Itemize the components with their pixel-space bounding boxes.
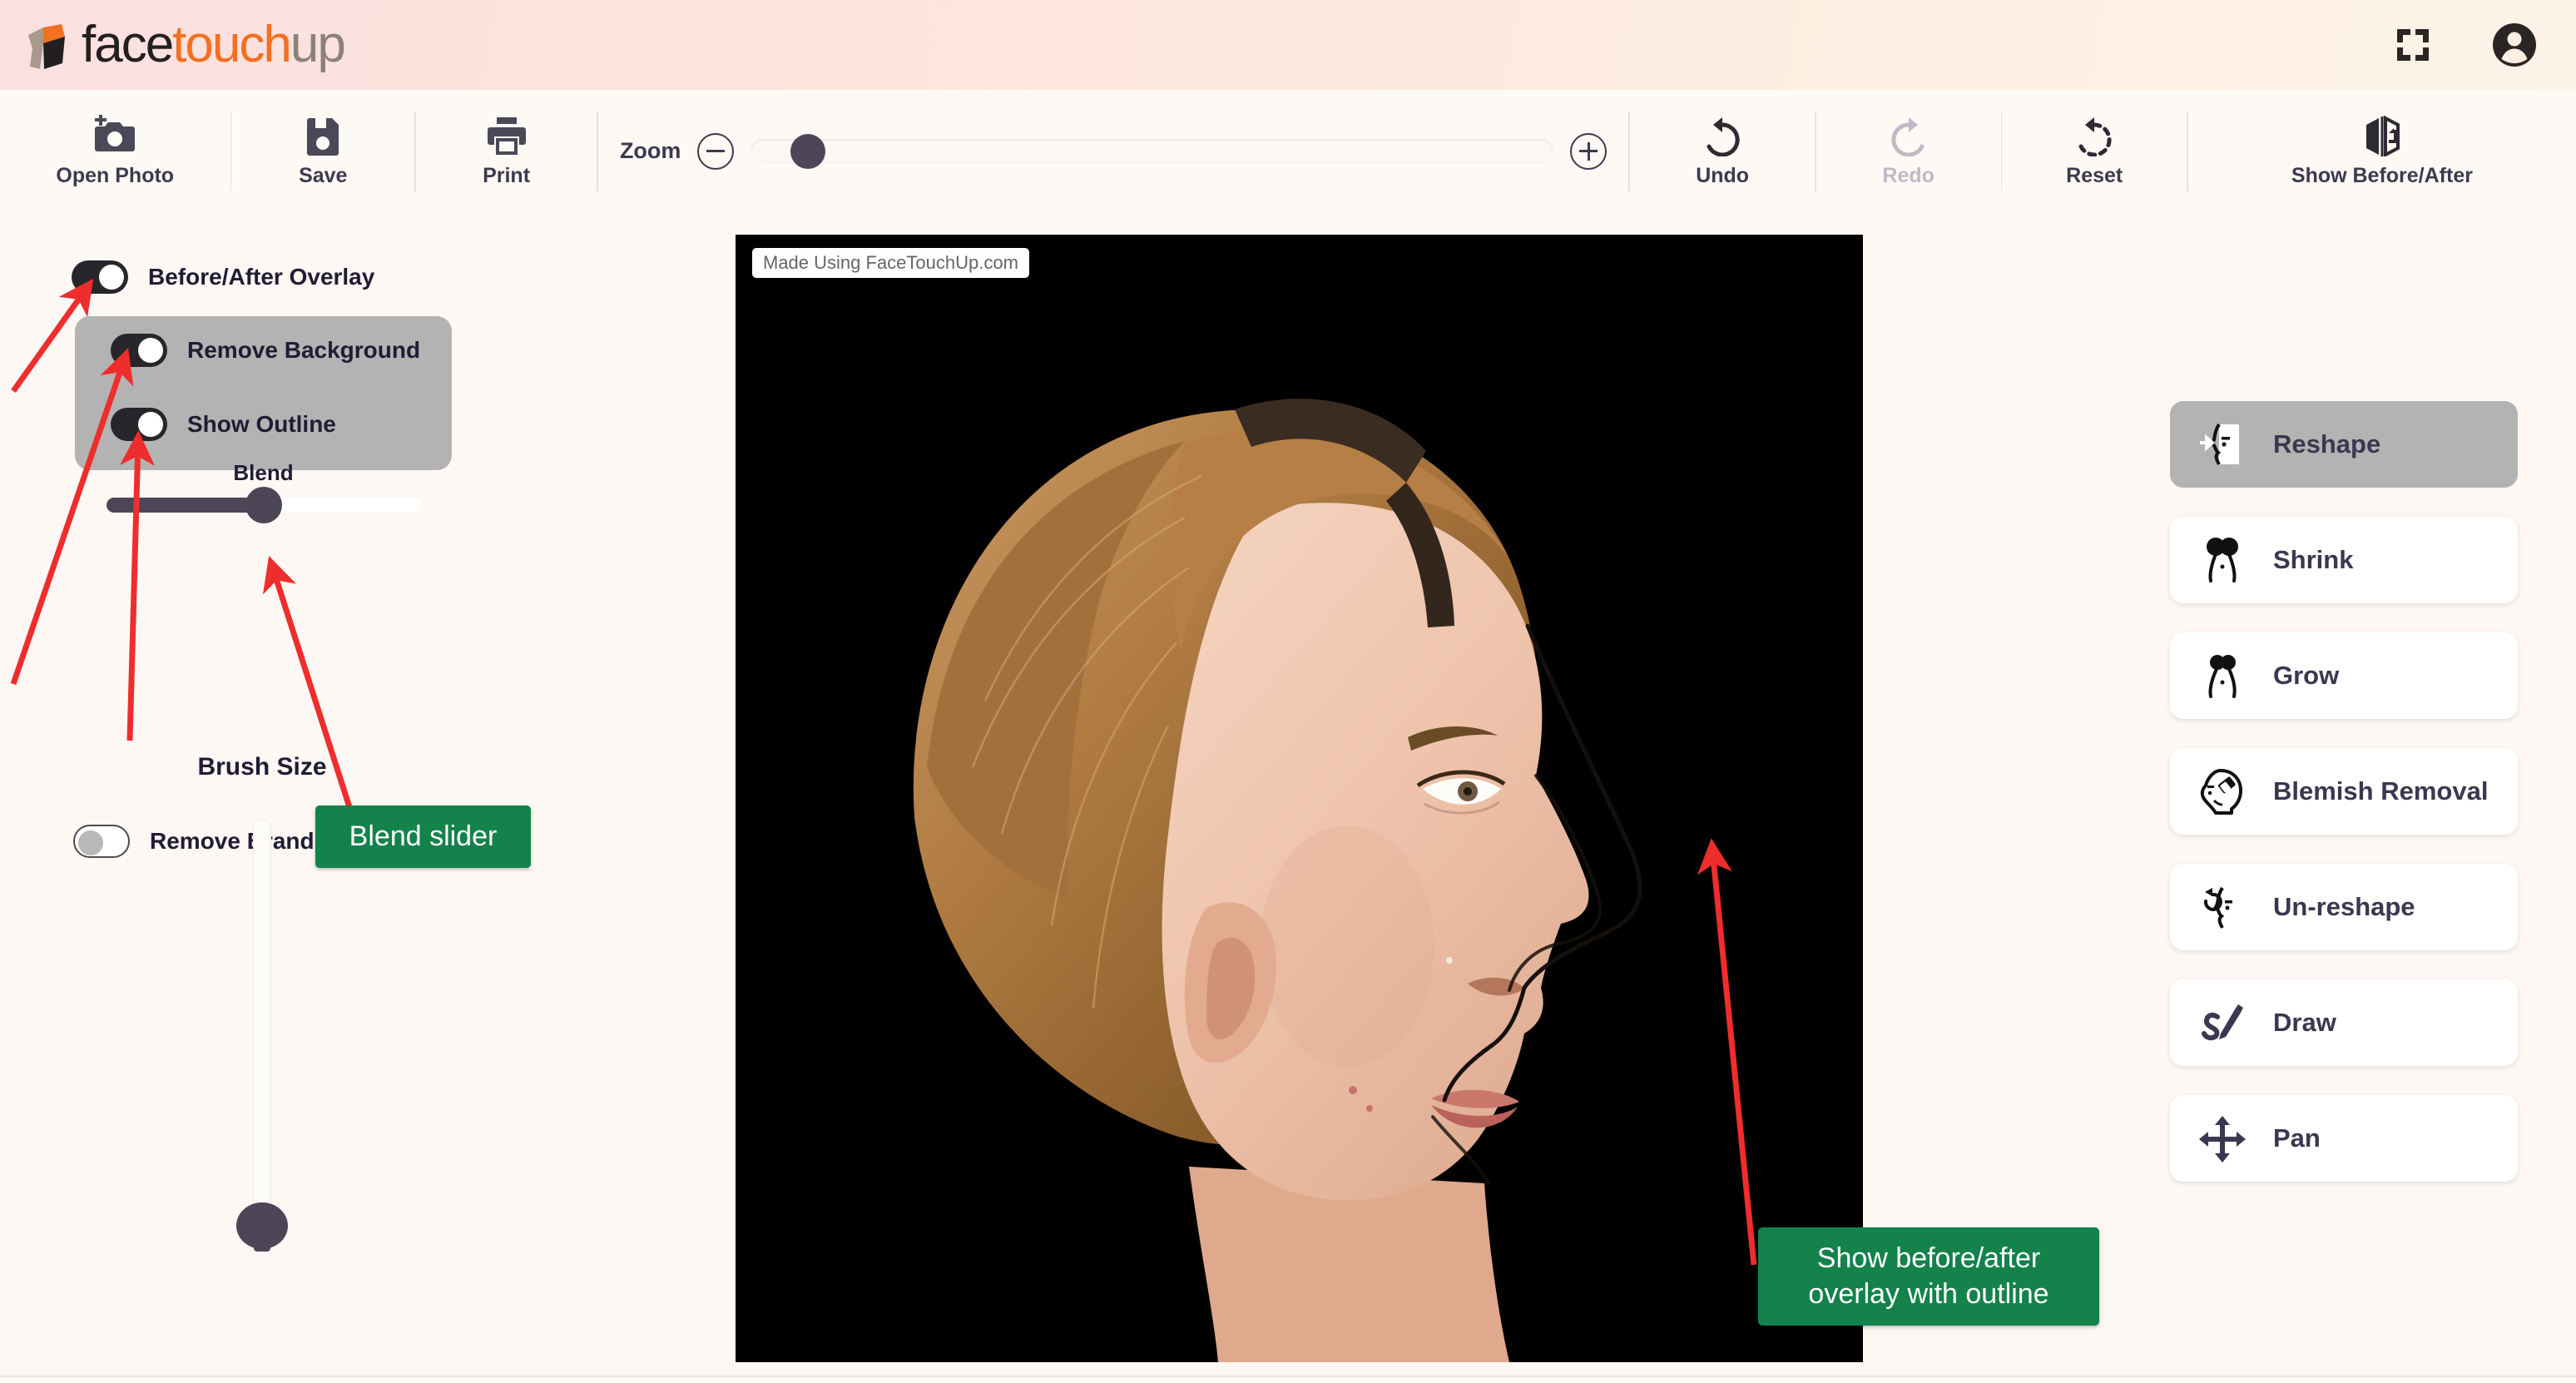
tool-un-reshape[interactable]: Un-reshape <box>2170 864 2518 950</box>
face-profile-undo-icon <box>2197 881 2248 933</box>
remove-background-row[interactable]: Remove Background <box>111 334 420 367</box>
blend-label: Blend <box>233 460 294 485</box>
blend-slider-thumb[interactable] <box>245 487 282 523</box>
brush-size-slider[interactable] <box>254 820 270 1240</box>
tool-pan[interactable]: Pan <box>2170 1095 2518 1182</box>
blend-slider[interactable] <box>107 487 421 523</box>
brand-part-touch: touch <box>172 16 292 73</box>
remove-branding-row[interactable]: Remove Branding <box>73 825 349 858</box>
tool-blemish-removal-label: Blemish Removal <box>2273 776 2489 806</box>
floppy-save-icon <box>307 117 339 156</box>
printer-icon <box>487 116 526 155</box>
shrink-pinch-icon <box>2197 534 2248 586</box>
tool-grow[interactable]: Grow <box>2170 632 2518 719</box>
brush-size-slider-thumb[interactable] <box>236 1202 288 1249</box>
open-photo-label: Open Photo <box>56 163 175 187</box>
tool-grow-label: Grow <box>2273 661 2340 690</box>
watermark-label: Made Using FaceTouchUp.com <box>752 248 1029 278</box>
tool-pan-label: Pan <box>2273 1123 2321 1152</box>
grow-expand-icon <box>2197 650 2248 701</box>
tool-draw-label: Draw <box>2273 1008 2336 1037</box>
account-avatar-icon[interactable] <box>2491 22 2538 68</box>
bottom-divider <box>0 1376 2576 1377</box>
brand-part-face: face <box>82 16 174 73</box>
edited-portrait-image <box>736 235 1863 1362</box>
reset-label: Reset <box>2066 163 2123 187</box>
before-after-compare-icon <box>2365 115 2400 156</box>
facetouchup-editor: face touch up Open Photo Save Print Zoom… <box>0 0 2576 1383</box>
before-after-overlay-toggle[interactable] <box>72 260 128 294</box>
reset-button[interactable]: Reset <box>2002 102 2187 201</box>
redo-arrow-icon <box>1891 116 1925 156</box>
tool-shrink[interactable]: Shrink <box>2170 517 2518 603</box>
photo-canvas[interactable]: Made Using FaceTouchUp.com <box>736 235 1863 1362</box>
undo-label: Undo <box>1696 163 1750 187</box>
header-actions <box>2393 22 2538 68</box>
open-photo-button[interactable]: Open Photo <box>0 102 230 201</box>
save-button[interactable]: Save <box>231 102 414 201</box>
head-eraser-icon <box>2197 766 2248 817</box>
tool-reshape-label: Reshape <box>2273 429 2381 459</box>
zoom-slider[interactable] <box>751 133 1554 169</box>
overlay-callout-line1: Show before/after <box>1816 1242 2041 1274</box>
tool-un-reshape-label: Un-reshape <box>2273 892 2415 921</box>
save-label: Save <box>299 163 348 187</box>
show-outline-row[interactable]: Show Outline <box>111 408 336 441</box>
blend-slider-callout: Blend slider <box>315 806 531 869</box>
overlay-options-card: Remove Background Show Outline <box>75 316 452 470</box>
undo-arrow-icon <box>1707 116 1740 156</box>
tool-reshape[interactable]: Reshape <box>2170 401 2518 488</box>
zoom-out-icon[interactable] <box>697 132 735 170</box>
camera-plus-icon <box>95 114 136 151</box>
zoom-label: Zoom <box>619 138 681 163</box>
tool-blemish-removal[interactable]: Blemish Removal <box>2170 748 2518 835</box>
face-profile-reshape-icon <box>2197 419 2248 470</box>
tool-shrink-label: Shrink <box>2273 545 2354 574</box>
print-label: Print <box>483 163 531 187</box>
overlay-callout-line2: overlay with outline <box>1808 1278 2049 1311</box>
tool-draw[interactable]: Draw <box>2170 979 2518 1066</box>
move-arrows-icon <box>2197 1113 2248 1164</box>
facetouchup-logo-icon <box>18 17 75 73</box>
main-toolbar: Open Photo Save Print Zoom Undo Redo Res… <box>0 90 2576 212</box>
pencil-draw-icon <box>2197 997 2248 1048</box>
tool-palette: Reshape Shrink Grow Blemish Removal Un-r… <box>2170 401 2518 1211</box>
overlay-outline-callout: Show before/after overlay with outline <box>1758 1227 2099 1326</box>
remove-background-toggle[interactable] <box>111 334 167 367</box>
brand-part-up: up <box>290 16 346 73</box>
left-options-panel: Before/After Overlay Remove Background S… <box>0 212 732 1383</box>
print-button[interactable]: Print <box>416 102 597 201</box>
zoom-slider-thumb[interactable] <box>790 133 826 169</box>
brand-wordmark: face touch up <box>82 16 346 73</box>
blend-slider-fill <box>107 498 264 513</box>
show-before-after-button[interactable]: Show Before/After <box>2188 102 2576 201</box>
undo-button[interactable]: Undo <box>1630 102 1815 201</box>
redo-button[interactable]: Redo <box>1816 102 2001 201</box>
reset-dashed-icon <box>2078 116 2112 156</box>
before-after-overlay-label: Before/After Overlay <box>148 264 375 290</box>
before-after-overlay-row[interactable]: Before/After Overlay <box>72 260 374 294</box>
show-outline-label: Show Outline <box>187 411 336 437</box>
show-outline-toggle[interactable] <box>111 408 167 441</box>
show-before-after-label: Show Before/After <box>2291 163 2473 187</box>
zoom-in-icon[interactable] <box>1570 132 1608 170</box>
zoom-control-group: Zoom <box>598 132 1629 170</box>
brush-size-label: Brush Size <box>197 753 327 781</box>
brand-logo-wordmark[interactable]: face touch up <box>18 16 346 73</box>
redo-label: Redo <box>1882 163 1934 187</box>
fullscreen-icon[interactable] <box>2393 25 2433 65</box>
app-header: face touch up <box>0 0 2576 90</box>
remove-background-label: Remove Background <box>187 337 421 363</box>
remove-branding-toggle[interactable] <box>73 825 130 858</box>
